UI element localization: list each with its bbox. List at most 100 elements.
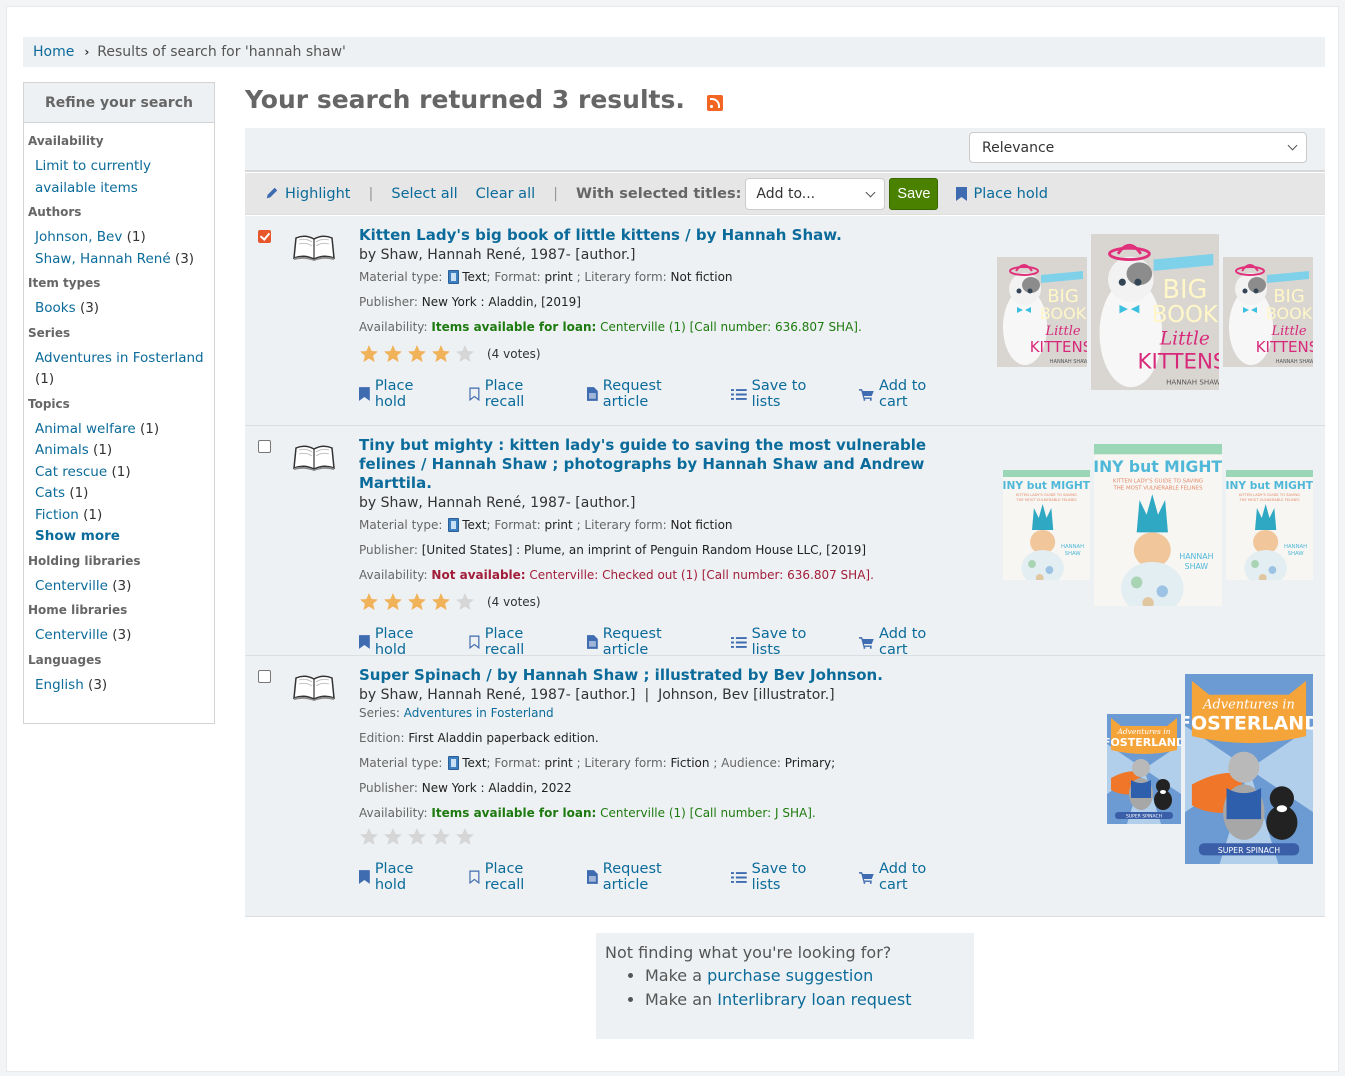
sort-select[interactable]: Relevance (969, 132, 1307, 163)
star-icon[interactable] (383, 827, 403, 847)
book-cover[interactable]: Adventures in FOSTERLAND SUPER SPINACH (1107, 714, 1181, 828)
result-title-link[interactable]: Tiny but mighty : kitten lady's guide to… (359, 436, 979, 493)
star-rating[interactable]: (4 votes) (359, 592, 979, 612)
star-icon[interactable] (359, 344, 379, 364)
highlight-toggle[interactable]: Highlight (265, 186, 350, 202)
save-to-lists-button[interactable]: Save to lists (730, 626, 838, 658)
add-to-cart-button[interactable]: Add to cart (859, 378, 958, 410)
place-hold-button[interactable]: Place hold (359, 378, 448, 410)
book-cover-image[interactable]: BIG BOOK Little KITTENS HANNAH SHAW (1091, 234, 1219, 390)
select-all-link[interactable]: Select all (391, 186, 457, 202)
svg-text:KITTENS: KITTENS (1138, 350, 1219, 375)
not-finding-heading: Not finding what you're looking for? (605, 943, 892, 962)
result-checkbox[interactable] (258, 440, 271, 453)
result-checkbox[interactable] (258, 670, 271, 683)
star-icon[interactable] (383, 592, 403, 612)
cart-icon (859, 636, 875, 649)
star-icon[interactable] (407, 592, 427, 612)
star-rating[interactable]: (4 votes) (359, 344, 979, 364)
star-icon[interactable] (359, 827, 379, 847)
star-icon[interactable] (407, 827, 427, 847)
book-cover-image[interactable]: Adventures in FOSTERLAND SUPER SPINACH (1185, 674, 1313, 864)
bookmark-icon (956, 186, 968, 201)
book-cover-image[interactable]: Adventures in FOSTERLAND SUPER SPINACH (1107, 714, 1181, 824)
rss-feed-icon[interactable] (706, 94, 723, 111)
place-recall-button[interactable]: Place recall (469, 861, 566, 893)
series-link[interactable]: Adventures in Fosterland (404, 706, 554, 720)
facet-link[interactable]: Cat rescue (35, 464, 107, 480)
request-article-button[interactable]: Request article (586, 861, 710, 893)
place-hold-button[interactable]: Place hold (359, 861, 448, 893)
interlibrary-loan-link[interactable]: Interlibrary loan request (717, 990, 911, 1009)
add-to-list-select[interactable]: Add to... (745, 177, 886, 210)
breadcrumb-home-link[interactable]: Home (33, 44, 74, 60)
place-hold-button[interactable]: Place hold (359, 626, 448, 658)
svg-text:SHAW: SHAW (1288, 551, 1305, 557)
facet-link[interactable]: English (35, 677, 84, 693)
place-recall-button[interactable]: Place recall (469, 378, 566, 410)
facet-link[interactable]: Fiction (35, 507, 79, 523)
star-icon[interactable] (455, 344, 475, 364)
book-cover[interactable]: TINY but MIGHTY KITTEN LADY'S GUIDE TO S… (1226, 470, 1313, 584)
cart-icon (859, 388, 875, 401)
book-cover-image[interactable]: BIG BOOK Little KITTENS HANNAH SHAW (1223, 257, 1313, 367)
line-prefix: Make an (645, 990, 713, 1009)
result-title-link[interactable]: Super Spinach / by Hannah Shaw ; illustr… (359, 666, 979, 685)
add-to-cart-button[interactable]: Add to cart (859, 626, 958, 658)
facet-link[interactable]: Animal welfare (35, 421, 136, 437)
result-checkbox[interactable] (258, 230, 271, 243)
request-article-button[interactable]: Request article (586, 626, 710, 658)
facet-link[interactable]: Centerville (35, 627, 108, 643)
facet-link[interactable]: Cats (35, 485, 65, 501)
facet-link[interactable]: Animals (35, 442, 89, 458)
star-rating[interactable] (359, 827, 979, 847)
book-cover-image[interactable]: TINY but MIGHTY KITTEN LADY'S GUIDE TO S… (1226, 470, 1313, 584)
book-cover[interactable]: TINY but MIGHTY KITTEN LADY'S GUIDE TO S… (1003, 470, 1090, 584)
book-cover-image[interactable]: TINY but MIGHTY KITTEN LADY'S GUIDE TO S… (1094, 444, 1222, 610)
svg-text:THE MOST VULNERABLE FELINES: THE MOST VULNERABLE FELINES (1015, 498, 1077, 502)
purchase-suggestion-link[interactable]: purchase suggestion (707, 966, 873, 985)
star-icon[interactable] (431, 827, 451, 847)
book-cover[interactable]: BIG BOOK Little KITTENS HANNAH SHAW (1223, 257, 1313, 371)
availability-label: Availability: (359, 568, 428, 582)
save-to-lists-button[interactable]: Save to lists (730, 378, 838, 410)
facet-item: Cats (1) (35, 483, 210, 505)
facet-link[interactable]: Johnson, Bev (35, 229, 122, 245)
book-cover-image[interactable]: BIG BOOK Little KITTENS HANNAH SHAW (997, 257, 1087, 367)
star-icon[interactable] (359, 592, 379, 612)
save-to-lists-button[interactable]: Save to lists (730, 861, 838, 893)
star-icon[interactable] (431, 592, 451, 612)
action-label: Place hold (374, 626, 414, 658)
book-icon (293, 675, 335, 701)
book-cover[interactable]: BIG BOOK Little KITTENS HANNAH SHAW (997, 257, 1087, 371)
star-icon[interactable] (455, 592, 475, 612)
facet-item: Johnson, Bev (1) (35, 227, 210, 249)
book-cover[interactable]: TINY but MIGHTY KITTEN LADY'S GUIDE TO S… (1094, 444, 1222, 610)
facet-link[interactable]: Shaw, Hannah René (35, 251, 171, 267)
star-icon[interactable] (431, 344, 451, 364)
action-label: Save to lists (751, 626, 807, 658)
book-cover[interactable]: BIG BOOK Little KITTENS HANNAH SHAW (1091, 234, 1219, 394)
book-cover[interactable]: Adventures in FOSTERLAND SUPER SPINACH (1185, 674, 1313, 868)
result-actions: Place hold Place recall Request article Sav… (359, 626, 979, 658)
add-to-cart-button[interactable]: Add to cart (859, 861, 958, 893)
availability-detail: Centerville (1) [Call number: 636.807 SH… (600, 320, 862, 334)
cover-images: TINY but MIGHTY KITTEN LADY'S GUIDE TO S… (999, 444, 1313, 610)
show-more-link[interactable]: Show more (35, 528, 120, 544)
facet-link[interactable]: Books (35, 300, 76, 316)
place-hold-selected-button[interactable]: Place hold (956, 186, 1048, 202)
star-icon[interactable] (383, 344, 403, 364)
facet-link[interactable]: Adventures in Fosterland (35, 350, 204, 366)
save-button[interactable]: Save (889, 177, 939, 210)
result-title-link[interactable]: Kitten Lady's big book of little kittens… (359, 226, 979, 245)
request-article-button[interactable]: Request article (586, 378, 710, 410)
vote-count: (4 votes) (487, 347, 541, 361)
text-material-icon (448, 756, 460, 770)
clear-all-link[interactable]: Clear all (476, 186, 535, 202)
facet-link[interactable]: Limit to currently available items (35, 158, 151, 196)
book-cover-image[interactable]: TINY but MIGHTY KITTEN LADY'S GUIDE TO S… (1003, 470, 1090, 584)
star-icon[interactable] (455, 827, 475, 847)
place-recall-button[interactable]: Place recall (469, 626, 566, 658)
facet-link[interactable]: Centerville (35, 578, 108, 594)
star-icon[interactable] (407, 344, 427, 364)
